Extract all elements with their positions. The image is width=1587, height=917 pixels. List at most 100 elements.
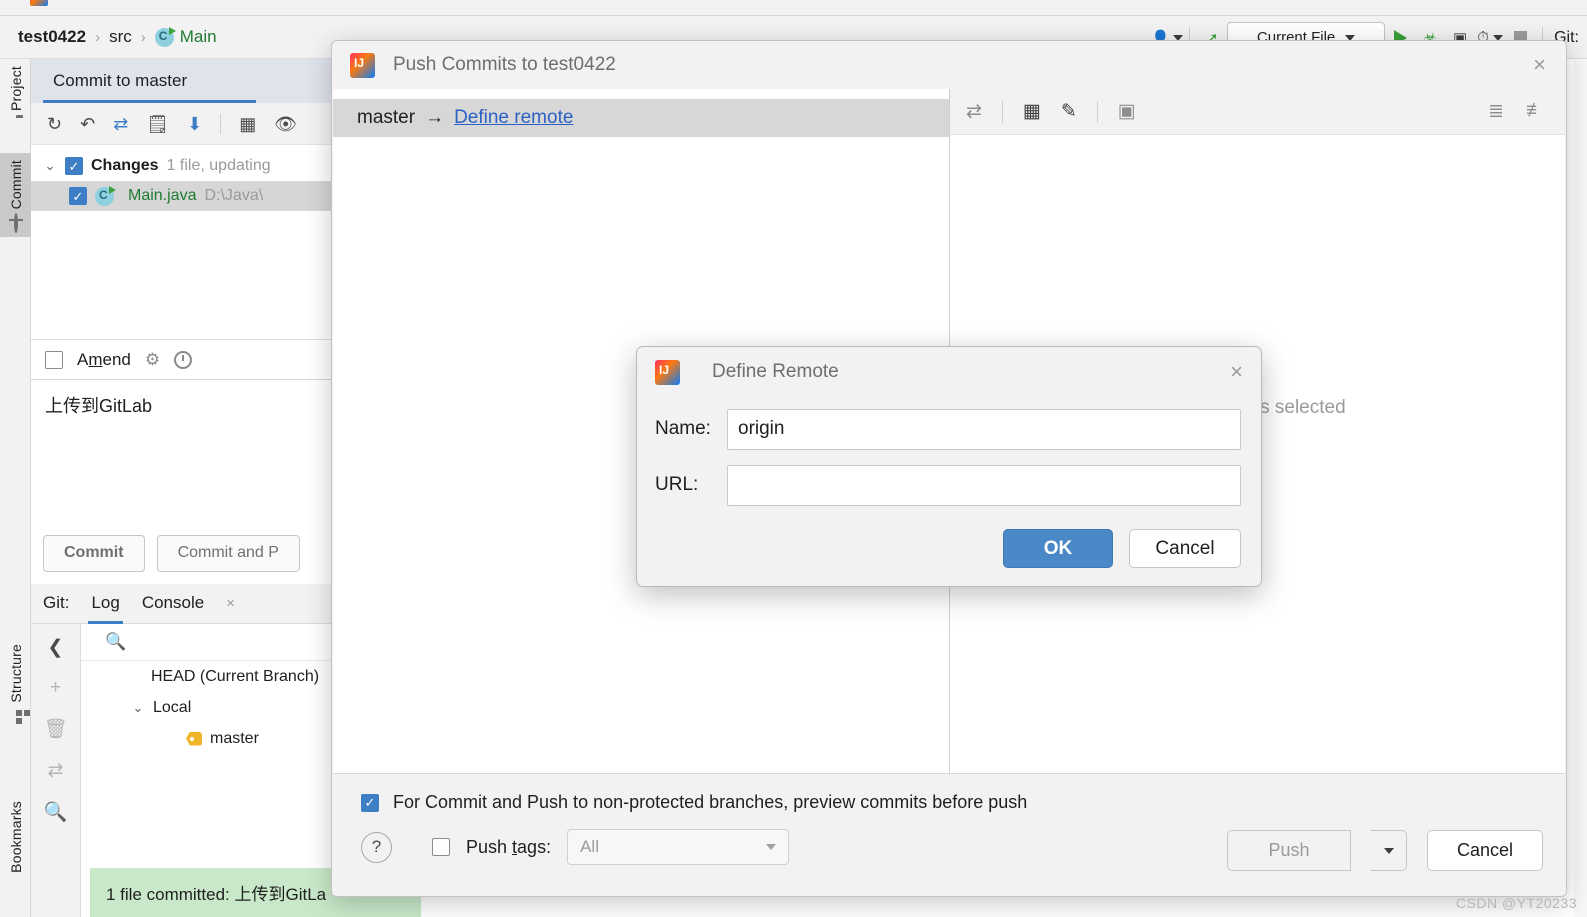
push-branch-name: master [357,107,416,128]
push-tags-checkbox[interactable]: ✓ [432,838,450,856]
update-project-icon[interactable]: ⬇ [187,115,202,133]
toolbar-icon-1[interactable]: ☰ [30,0,43,4]
file-checkbox[interactable]: ✓ [69,187,87,205]
changes-node-label: Changes [91,157,159,174]
define-remote-link[interactable]: Define remote [454,107,573,129]
push-tags-label-pre: Push [466,836,513,857]
toolbar-icon-5[interactable]: ☰ [204,0,217,4]
breadcrumb-file[interactable]: Main [180,27,217,47]
push-tags-select[interactable]: All [567,829,790,865]
git-tree-head-label: HEAD (Current Branch) [151,667,320,685]
close-icon[interactable]: × [1224,361,1249,383]
changed-file-row[interactable]: ✓ Main.java D:\Java\ [31,181,340,211]
changes-tree: ⌄ ✓ Changes 1 file, updating ✓ Main.java… [31,145,340,320]
sidebar-item-commit[interactable]: Commit [0,153,31,238]
push-dialog-title: Push Commits to test0422 [393,54,616,75]
changed-file-name: Main.java [128,187,197,204]
sidebar-item-commit-label: Commit [7,160,24,210]
editor-scrollbar[interactable] [1574,59,1587,917]
ok-button[interactable]: OK [1003,529,1113,568]
commit-success-toast-text: 1 file committed: 上传到GitLa [106,885,327,904]
commit-and-push-button[interactable]: Commit and P [156,534,300,572]
edit-icon[interactable]: ✎ [1061,100,1077,123]
tab-log[interactable]: Log [88,593,124,624]
sidebar-item-bookmarks[interactable]: Bookmarks [0,794,31,887]
help-icon[interactable]: ? [361,831,392,863]
changes-node[interactable]: ⌄ ✓ Changes 1 file, updating [31,151,340,181]
remote-url-input[interactable] [727,464,1241,506]
top-toolbar-icons[interactable]: ☰ ☰ ☰ ☰ ☰ ☰ ☰ ☰ ☰ [30,0,391,4]
chevron-down-icon[interactable]: ⌄ [131,700,145,716]
push-button[interactable]: Push [1227,830,1351,871]
show-diff-icon[interactable]: ⇄ [113,115,128,133]
expand-all-icon[interactable]: ≣ [1488,100,1504,123]
commit-tool-window: Commit to master ↻ ↶ ⇄ 🗒 ⬇ ▦ 👁 ⌄ ✓ Chang… [31,59,341,584]
toolbar-icon-2[interactable]: ☰ [73,0,86,4]
git-tree-master-row[interactable]: master [81,723,370,754]
close-icon[interactable]: × [226,595,235,612]
remote-name-input[interactable]: origin [727,408,1241,450]
sidebar-item-project-label: Project [7,66,24,111]
push-options-dropdown[interactable] [1371,830,1407,871]
amend-checkbox[interactable]: ✓ [45,350,63,369]
history-clock-icon[interactable] [174,350,193,369]
preview-icon[interactable]: ▣ [1118,100,1136,123]
toolbar-icon-8[interactable]: ☰ [334,0,347,4]
push-tags-select-value: All [580,837,599,856]
group-by-icon[interactable]: ▦ [1023,100,1041,123]
commit-toolbar: ↻ ↶ ⇄ 🗒 ⬇ ▦ 👁 [31,103,340,145]
commit-button[interactable]: Commit [43,534,145,572]
preview-commits-row: ✓ For Commit and Push to non-protected b… [333,774,1565,813]
delete-icon[interactable]: 🗑 [43,717,67,741]
amend-label: Amend [77,350,131,370]
commit-message-input[interactable]: 上传到GitLab [31,379,341,522]
preview-commits-checkbox[interactable]: ✓ [361,793,379,812]
amend-label-pre: A [77,349,89,369]
collapse-icon[interactable]: ❮ [48,636,64,659]
cancel-button[interactable]: Cancel [1129,529,1241,568]
tab-console[interactable]: Console [142,593,204,615]
java-class-icon [95,185,116,206]
commit-tab-bar: Commit to master [31,59,340,103]
git-tree-local-label: Local [153,698,192,716]
changes-checkbox[interactable]: ✓ [65,157,83,175]
close-icon[interactable]: × [1527,54,1552,76]
sidebar-item-structure[interactable]: Structure [0,637,31,724]
breadcrumb-project[interactable]: test0422 [18,27,86,47]
sidebar-item-project[interactable]: Project [0,59,31,125]
rollback-icon[interactable]: ↶ [80,115,95,133]
commit-buttons: Commit Commit and P [31,522,341,584]
toolbar-icon-7[interactable]: ☰ [291,0,304,4]
arrow-right-icon: → [425,107,445,128]
chevron-down-icon[interactable]: ⌄ [43,158,57,174]
show-diff-icon[interactable]: ⇄ [966,100,982,123]
ide-top-toolbar-strip: ☰ ☰ ☰ ☰ ☰ ☰ ☰ ☰ ☰ [0,0,1587,16]
breadcrumb-folder[interactable]: src [109,27,132,47]
toolbar-icon-6[interactable]: ☰ [247,0,260,4]
push-dialog-buttons: Push Cancel [1227,830,1543,871]
group-by-icon[interactable]: ▦ [239,115,256,133]
git-tab-bar: Git: Log Console × [31,584,370,624]
show-diff-icon[interactable]: ⇄ [48,759,64,782]
gear-icon[interactable]: ⚙ [145,350,160,370]
toolbar-icon-4[interactable]: ☰ [160,0,173,4]
define-remote-dialog: Define Remote × Name: origin URL: OK Can… [636,346,1262,587]
breadcrumb-separator-1: › [95,28,101,46]
branch-search-input[interactable]: 🔍 [81,624,370,661]
tab-commit-to-master[interactable]: Commit to master [31,71,187,91]
preview-diff-icon[interactable]: 👁 [274,115,297,133]
refresh-icon[interactable]: ↻ [47,115,62,133]
search-icon[interactable]: 🔍 [44,800,68,824]
collapse-all-icon[interactable]: ≢ [1526,100,1545,123]
git-tree-head-row[interactable]: HEAD (Current Branch) [81,661,370,692]
toolbar-icon-3[interactable]: ☰ [117,0,130,4]
push-branch-row[interactable]: master → Define remote [333,99,949,137]
git-body: ❮ + 🗑 ⇄ 🔍 🔍 HEAD (Current Branch) ⌄ Loca… [31,624,421,917]
git-tree-local-row[interactable]: ⌄ Local [81,692,370,723]
add-icon[interactable]: + [50,677,61,699]
sidebar-item-bookmarks-label: Bookmarks [7,801,24,873]
sidebar-item-structure-label: Structure [7,644,24,703]
toolbar-icon-9[interactable]: ☰ [378,0,391,4]
push-cancel-button[interactable]: Cancel [1427,830,1543,871]
commit-message-icon[interactable]: 🗒 [146,115,169,133]
